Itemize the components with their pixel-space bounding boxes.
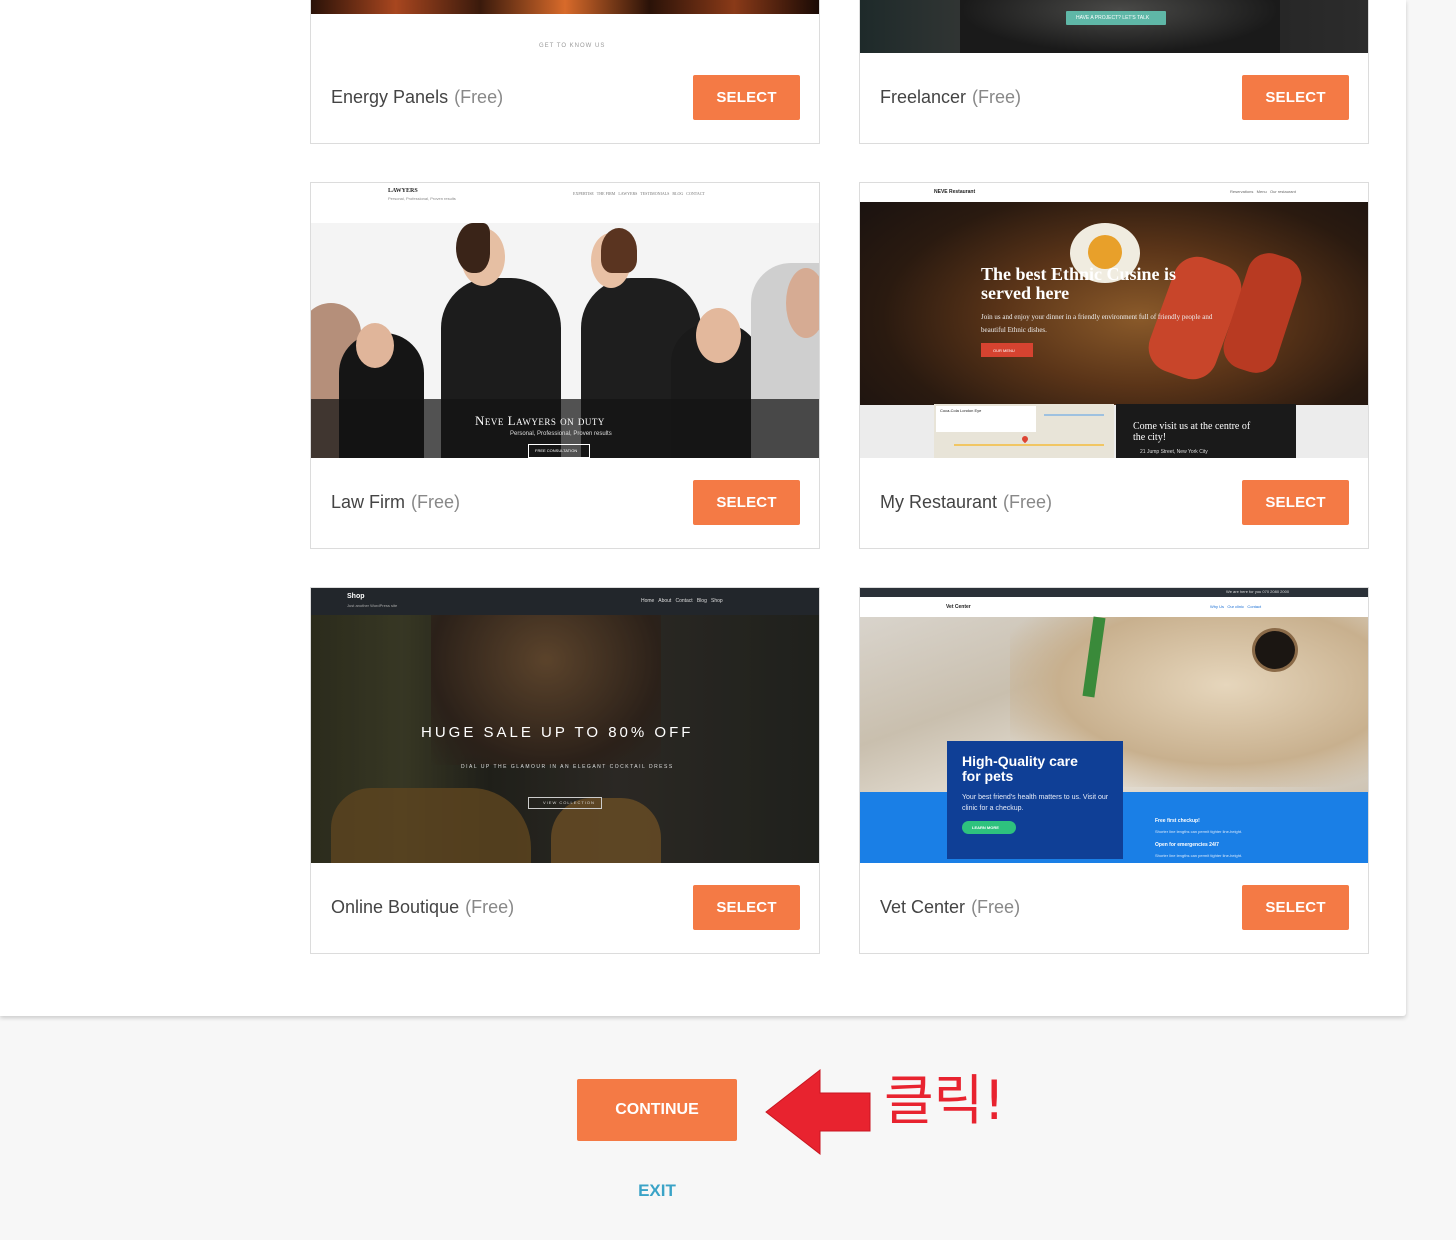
- template-preview-online-boutique[interactable]: Shop Just another WordPress site Home Ab…: [311, 588, 819, 863]
- preview-sub: DIAL UP THE GLAMOUR IN AN ELEGANT COCKTA…: [461, 764, 674, 770]
- preview-headline: Neve Lawyers on duty: [475, 413, 605, 428]
- template-card-energy-panels: GET TO KNOW US Energy Panels (Free) SELEC…: [310, 0, 820, 144]
- template-price: (Free): [972, 87, 1022, 107]
- preview-logo: NEVE Restaurant: [934, 189, 976, 195]
- preview-topbar: We are here for you 070 2080 2000: [1226, 589, 1290, 594]
- template-price: (Free): [971, 897, 1021, 917]
- template-preview-freelancer[interactable]: HAVE A PROJECT? LET'S TALK: [860, 0, 1368, 53]
- preview-text: Join us and enjoy your dinner in a frien…: [981, 313, 1213, 334]
- preview-visit: Come visit us at the centre of the city!: [1133, 421, 1251, 443]
- preview-cta-text: OUR MENU: [993, 348, 1015, 353]
- preview-feature-1: Free first checkup!: [1155, 818, 1200, 824]
- preview-cta-text: FREE CONSULTATION: [535, 448, 578, 453]
- preview-logo: Shop: [347, 593, 365, 600]
- template-card-online-boutique: Shop Just another WordPress site Home Ab…: [310, 587, 820, 954]
- template-preview-energy-panels[interactable]: GET TO KNOW US: [311, 0, 819, 54]
- preview-logo: Vet Center: [946, 604, 971, 610]
- preview-cta-text: VIEW COLLECTION: [543, 800, 595, 805]
- template-card-vet-center: We are here for you 070 2080 2000 Vet Ce…: [859, 587, 1369, 954]
- template-card-law-firm: LAWYERS Personal, Professional, Proven r…: [310, 182, 820, 549]
- preview-tagline: Just another WordPress site: [347, 603, 398, 608]
- preview-tagline: Personal, Professional, Proven results: [388, 196, 456, 201]
- preview-feature-text: Shorter line lengths can permit tighter …: [1155, 829, 1243, 834]
- preview-nav: Why Us Our clinic Contact: [1210, 604, 1262, 609]
- preview-nav: EXPERTISE THE FIRM LAWYERS TESTIMONIALS …: [573, 191, 705, 196]
- preview-map: Coca-Cola London Eye: [934, 404, 1114, 458]
- preview-logo: LAWYERS: [388, 188, 418, 194]
- preview-map-place: Coca-Cola London Eye: [940, 408, 982, 413]
- template-price: (Free): [411, 492, 461, 512]
- preview-nav: Reservations Menu Our restaurant: [1230, 189, 1296, 194]
- select-button-law-firm[interactable]: SELECT: [693, 480, 800, 525]
- template-price: (Free): [454, 87, 504, 107]
- annotation-text: 클릭!: [884, 1069, 1006, 1132]
- preview-feature-2: Open for emergencies 24/7: [1155, 842, 1219, 848]
- preview-text: Your best friend's health matters to us.…: [962, 794, 1109, 812]
- template-price: (Free): [465, 897, 515, 917]
- exit-link[interactable]: EXIT: [617, 1181, 697, 1201]
- template-name: Online Boutique (Free): [331, 897, 515, 917]
- preview-feature-text: Shorter line lengths can permit tighter …: [1155, 853, 1243, 858]
- select-button-vet-center[interactable]: SELECT: [1242, 885, 1349, 930]
- preview-address: 21 Jump Street, New York City: [1140, 449, 1208, 455]
- preview-subheadline: Personal, Professional, Proven results: [510, 431, 612, 437]
- preview-headline: High-Quality care for pets: [962, 753, 1078, 784]
- preview-nav: Home About Contact Blog Shop: [641, 598, 723, 604]
- preview-headline: HUGE SALE UP TO 80% OFF: [421, 724, 694, 741]
- template-footer: Energy Panels (Free) SELECT: [311, 53, 819, 143]
- template-name: Law Firm (Free): [331, 492, 461, 512]
- arrow-left-icon: [762, 1066, 874, 1163]
- template-footer: Online Boutique (Free) SELECT: [311, 863, 819, 953]
- template-footer: Vet Center (Free) SELECT: [860, 863, 1368, 953]
- template-footer: My Restaurant (Free) SELECT: [860, 458, 1368, 548]
- template-name: Energy Panels (Free): [331, 87, 504, 107]
- template-name: Freelancer (Free): [880, 87, 1022, 107]
- template-name: Vet Center (Free): [880, 897, 1021, 917]
- template-preview-my-restaurant[interactable]: NEVE Restaurant Reservations Menu Our re…: [860, 183, 1368, 458]
- template-name: My Restaurant (Free): [880, 492, 1053, 512]
- template-preview-vet-center[interactable]: We are here for you 070 2080 2000 Vet Ce…: [860, 588, 1368, 863]
- continue-button[interactable]: CONTINUE: [577, 1079, 737, 1141]
- template-footer: Freelancer (Free) SELECT: [860, 53, 1368, 143]
- template-preview-law-firm[interactable]: LAWYERS Personal, Professional, Proven r…: [311, 183, 819, 458]
- template-card-freelancer: HAVE A PROJECT? LET'S TALK Freelancer (Fr…: [859, 0, 1369, 144]
- template-footer: Law Firm (Free) SELECT: [311, 458, 819, 548]
- templates-panel: GET TO KNOW US Energy Panels (Free) SELEC…: [0, 0, 1406, 1016]
- preview-footer-text: GET TO KNOW US: [539, 43, 606, 49]
- select-button-freelancer[interactable]: SELECT: [1242, 75, 1349, 120]
- template-price: (Free): [1003, 492, 1053, 512]
- template-card-my-restaurant: NEVE Restaurant Reservations Menu Our re…: [859, 182, 1369, 549]
- preview-cta-text: HAVE A PROJECT? LET'S TALK: [1076, 15, 1150, 21]
- select-button-my-restaurant[interactable]: SELECT: [1242, 480, 1349, 525]
- preview-headline: The best Ethnic Cusine is served here: [981, 264, 1177, 303]
- select-button-energy-panels[interactable]: SELECT: [693, 75, 800, 120]
- preview-cta-text: LEARN MORE: [972, 825, 999, 830]
- select-button-online-boutique[interactable]: SELECT: [693, 885, 800, 930]
